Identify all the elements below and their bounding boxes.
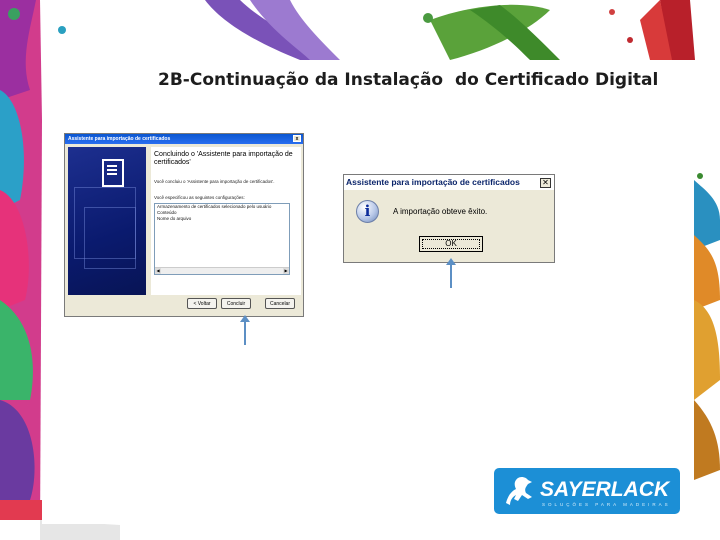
wizard-settings-text: Você especificou as seguintes configuraç… [154,195,245,200]
message-window-title: Assistente para importação de certificad… [346,177,520,187]
success-message-box: Assistente para importação de certificad… [343,174,555,263]
wizard-content: Concluindo o 'Assistente para importação… [151,147,301,295]
finish-button[interactable]: Concluir [221,298,251,309]
list-item: Nome do arquivo [157,216,192,221]
wizard-titlebar: Assistente para importação de certificad… [65,134,303,144]
banner-decoration [84,207,136,269]
horizontal-scrollbar[interactable]: ◀ ▶ [155,267,289,274]
info-icon: i [356,200,379,223]
arrow-shaft [244,318,246,345]
slide-title: 2B-Continuação da Instalação do Certific… [158,70,659,90]
horse-icon [506,476,532,505]
ok-button[interactable]: OK [419,236,483,252]
import-wizard-window: Assistente para importação de certificad… [64,133,304,317]
certificate-icon [102,159,124,187]
arrow-shaft [450,261,452,288]
sayerlack-logo: SAYERLACK SOLUÇÕES PARA MADEIRAS [494,468,680,514]
logo-brand: SAYERLACK [540,478,670,501]
cancel-button[interactable]: Cancelar [265,298,295,309]
back-button[interactable]: < Voltar [187,298,217,309]
message-titlebar: Assistente para importação de certificad… [344,175,554,190]
scroll-right-icon[interactable]: ▶ [283,268,289,274]
arrow-up-icon [446,258,456,288]
arrow-up-icon [240,315,250,345]
wizard-side-banner [68,147,146,295]
close-icon[interactable]: ✕ [540,178,551,188]
scroll-left-icon[interactable]: ◀ [155,268,161,274]
close-icon[interactable]: x [293,135,301,142]
logo-tagline: SOLUÇÕES PARA MADEIRAS [542,502,671,507]
wizard-button-bar: < Voltar Concluir Cancelar [65,298,303,310]
wizard-window-title: Assistente para importação de certificad… [68,136,171,142]
wizard-intro-text: Você concluiu o 'Assistente para importa… [154,179,275,184]
wizard-heading: Concluindo o 'Assistente para importação… [154,151,293,166]
settings-list[interactable]: Armazenamento de certificados selecionad… [154,203,290,275]
message-text: A importação obteve êxito. [393,207,488,216]
